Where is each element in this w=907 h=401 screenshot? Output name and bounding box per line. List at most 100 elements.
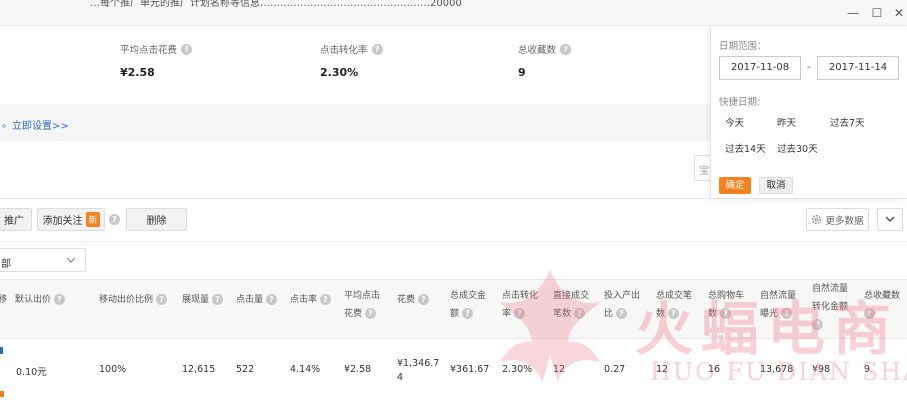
cell-bid[interactable]: 0.10元 [16, 364, 47, 378]
help-icon[interactable]: ? [417, 294, 429, 305]
th-cost[interactable]: 花费 ? [397, 291, 429, 309]
help-icon[interactable]: ? [812, 319, 823, 330]
th-label: 直接成交 [553, 291, 590, 301]
close-button[interactable]: ✕ [891, 5, 907, 21]
th-impressions[interactable]: 展现量 ? [182, 291, 223, 309]
th-mobile[interactable]: 移 [0, 291, 7, 309]
th-label: 总成交金 [450, 291, 487, 301]
collapse-button[interactable] [877, 208, 903, 231]
cell-cost-line1: ¥1,346.7 [397, 358, 440, 369]
confirm-button[interactable]: 确定 [719, 177, 751, 194]
help-icon[interactable]: ? [864, 308, 875, 319]
cell-roi: 0.27 [604, 364, 626, 375]
th-label: 总收藏数 [864, 291, 901, 301]
help-icon[interactable]: ? [615, 308, 627, 319]
metric-label: 点击转化率 [320, 45, 368, 56]
chevron-down-icon [885, 216, 895, 223]
quick-date-label: 快捷日期: [719, 97, 761, 108]
more-data-button[interactable]: 更多数据 [806, 208, 869, 231]
th-label: 数 [708, 309, 718, 319]
quick-yesterday[interactable]: 昨天 [777, 115, 796, 129]
th-cart[interactable]: 总购物车数 ? [708, 287, 744, 323]
quick-last-7-days[interactable]: 过去7天 [830, 115, 865, 129]
th-natural-gmv[interactable]: 自然流量 转化金额? [812, 280, 848, 334]
th-label: 展现量 [182, 295, 210, 305]
th-label: 额 [450, 309, 460, 319]
cell-natural-gmv: ¥98 [812, 364, 831, 375]
help-icon[interactable]: ? [780, 308, 792, 319]
cell-gmv: ¥361.67 [450, 364, 490, 375]
metric-value: ¥2.58 [120, 66, 155, 79]
th-total-orders[interactable]: 总成交笔数 ? [656, 287, 692, 323]
help-icon[interactable]: ? [719, 308, 731, 319]
th-label: 平均点击 [344, 291, 381, 301]
help-icon[interactable]: ? [319, 294, 331, 305]
th-mobile-ratio[interactable]: 移动出价比例 ? [99, 291, 167, 309]
quick-last-30-days[interactable]: 过去30天 [777, 141, 818, 155]
setup-bar: 。 立即设置>> [0, 104, 710, 141]
th-ctr[interactable]: 点击率 ? [290, 291, 331, 309]
help-icon[interactable]: ? [211, 294, 223, 305]
th-label: 总成交笔 [656, 291, 693, 301]
promote-label: 推广 [4, 216, 24, 227]
th-label: 比 [604, 309, 614, 319]
th-label: 移动出价比例 [99, 295, 154, 305]
metric-value: 9 [518, 66, 526, 79]
help-icon[interactable]: ? [181, 43, 193, 55]
filter-row: 部 [0, 241, 907, 279]
row-action-fragment[interactable] [0, 391, 4, 397]
help-icon[interactable]: ? [573, 308, 585, 319]
setup-fragment: 。 [2, 119, 12, 130]
delete-button[interactable]: 删除 [126, 208, 187, 231]
promote-button[interactable]: 推广 [0, 208, 32, 231]
add-follow-label: 添加关注 [42, 216, 83, 227]
cell-avg-cpc: ¥2.58 [344, 364, 372, 375]
help-icon[interactable]: ? [109, 214, 120, 225]
minimize-button[interactable]: — [845, 5, 861, 21]
help-icon[interactable]: ? [155, 294, 167, 305]
th-natural-exposure[interactable]: 自然流量 曝光 ? [760, 287, 796, 323]
th-gmv[interactable]: 总成交金额 ? [450, 287, 486, 323]
row-link-fragment[interactable] [0, 347, 3, 354]
th-label: 自然流量 [760, 291, 797, 301]
help-icon[interactable]: ? [560, 43, 572, 55]
date-range-label: 日期范围： [719, 41, 767, 52]
cell-mobile-ratio: 100% [99, 364, 127, 375]
cell-direct-orders: 12 [553, 364, 566, 375]
new-badge: 新 [86, 212, 100, 227]
end-date-input[interactable]: 2017-11-14 [817, 56, 899, 80]
help-icon[interactable]: ? [667, 308, 679, 319]
gear-icon [812, 215, 822, 224]
th-favorites[interactable]: 总收藏数? [864, 287, 900, 323]
cell-ctr: 4.14% [290, 364, 321, 375]
maximize-button[interactable]: ☐ [869, 5, 885, 21]
status-filter-select[interactable]: 部 [0, 248, 86, 272]
help-icon[interactable]: ? [364, 308, 376, 319]
setup-now-link[interactable]: 立即设置>> [12, 117, 69, 132]
table-row[interactable]: 0.10元 100% 12,615 522 4.14% ¥2.58 ¥1,346… [0, 339, 907, 401]
cell-total-orders: 12 [656, 364, 669, 375]
help-icon[interactable]: ? [513, 308, 525, 319]
help-icon[interactable]: ? [53, 294, 65, 305]
th-roi[interactable]: 投入产出比 ? [604, 287, 640, 323]
th-default-bid[interactable]: 默认出价 ? [15, 291, 65, 309]
th-label: 率 [502, 309, 512, 319]
help-icon[interactable]: ? [461, 308, 473, 319]
th-direct-orders[interactable]: 直接成交笔数 ? [553, 287, 589, 323]
more-data-label: 更多数据 [825, 215, 864, 227]
th-avg-cpc[interactable]: 平均点击 花费 ? [344, 287, 380, 323]
help-icon[interactable]: ? [371, 43, 383, 55]
th-label: 笔数 [553, 309, 572, 319]
th-clicks[interactable]: 点击量 ? [236, 291, 277, 309]
th-cvr[interactable]: 点击转化率 ? [502, 287, 538, 323]
cell-cost-line2: 4 [397, 372, 404, 383]
th-label: 点击量 [236, 295, 264, 305]
quick-today[interactable]: 今天 [725, 115, 744, 129]
quick-last-14-days[interactable]: 过去14天 [725, 141, 766, 155]
metrics-summary: 平均点击花费? ¥2.58 点击转化率? 2.30% 总收藏数? 9 [0, 26, 710, 104]
add-follow-button[interactable]: 添加关注 新 [37, 208, 105, 231]
date-dash: - [807, 62, 811, 73]
start-date-input[interactable]: 2017-11-08 [719, 56, 801, 80]
cancel-button[interactable]: 取消 [759, 177, 793, 194]
help-icon[interactable]: ? [265, 294, 277, 305]
